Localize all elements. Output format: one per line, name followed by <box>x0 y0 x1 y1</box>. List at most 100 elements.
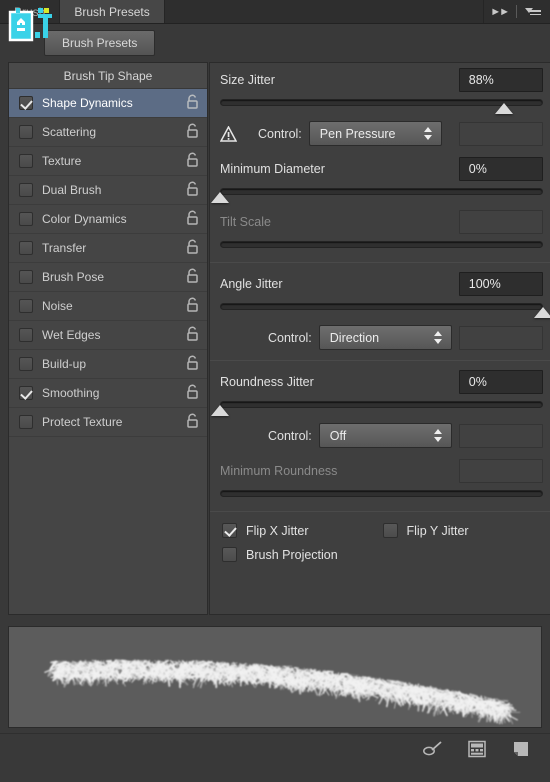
brush-option-checkbox[interactable] <box>19 125 33 139</box>
lock-open-icon[interactable] <box>186 210 199 228</box>
minimum-diameter-slider[interactable] <box>210 183 550 205</box>
panel-body: Brush Tip Shape Shape Dynamics Scattering… <box>0 62 550 620</box>
flip-x-jitter-checkbox[interactable] <box>222 523 237 538</box>
angle-jitter-thumb[interactable] <box>534 307 550 318</box>
size-jitter-slider[interactable] <box>210 94 550 116</box>
new-brush-preset-icon[interactable] <box>466 739 488 759</box>
brush-option-row[interactable]: Shape Dynamics <box>9 89 207 118</box>
brush-option-row[interactable]: Noise <box>9 292 207 321</box>
shape-dynamics-column: Size Jitter 88% Control: Pen Pressure Mi… <box>209 62 550 620</box>
flip-y-jitter-label: Flip Y Jitter <box>406 523 469 538</box>
roundness-jitter-thumb[interactable] <box>211 405 229 416</box>
brush-option-checkbox[interactable] <box>19 415 33 429</box>
brush-option-row[interactable]: Brush Pose <box>9 263 207 292</box>
brush-option-label: Smoothing <box>42 386 100 400</box>
panel-tab-bar: Brush Brush Presets ►► <box>0 0 550 24</box>
roundness-jitter-label: Roundness Jitter <box>220 375 314 389</box>
shape-dynamics-controls: Size Jitter 88% Control: Pen Pressure Mi… <box>209 62 550 615</box>
toggle-brush-options-icon[interactable] <box>422 739 444 759</box>
minimum-diameter-track[interactable] <box>220 188 543 195</box>
brush-option-checkbox[interactable] <box>19 212 33 226</box>
brush-option-row[interactable]: Smoothing <box>9 379 207 408</box>
tilt-scale-label: Tilt Scale <box>220 215 271 229</box>
lock-open-icon[interactable] <box>186 181 199 199</box>
lock-open-icon[interactable] <box>186 239 199 257</box>
brush-option-label: Texture <box>42 154 82 168</box>
create-new-brush-icon[interactable] <box>510 739 532 759</box>
brush-preview-area <box>0 620 550 728</box>
flip-jitter-row: Flip X Jitter Flip Y Jitter <box>210 516 550 540</box>
brush-option-checkbox[interactable] <box>19 386 33 400</box>
minimum-diameter-value[interactable]: 0% <box>458 157 543 181</box>
brush-option-row[interactable]: Texture <box>9 147 207 176</box>
flip-y-jitter-checkbox[interactable] <box>382 523 398 538</box>
angle-jitter-label: Angle Jitter <box>220 277 283 291</box>
minimum-roundness-row: Minimum Roundness <box>210 454 550 485</box>
brush-option-label: Scattering <box>42 125 97 139</box>
tab-bar-filler <box>164 0 485 23</box>
angle-jitter-slider[interactable] <box>210 298 550 320</box>
size-jitter-value[interactable]: 88% <box>458 68 543 92</box>
brush-option-checkbox[interactable] <box>19 299 33 313</box>
brush-options-column: Brush Tip Shape Shape Dynamics Scattering… <box>0 62 208 620</box>
lock-open-icon[interactable] <box>186 152 199 170</box>
minimum-roundness-slider <box>210 485 550 507</box>
roundness-control-value: Off <box>329 428 347 443</box>
brush-option-label: Wet Edges <box>42 328 101 342</box>
brush-presets-panel: Brush Brush Presets ►► <box>0 0 550 782</box>
header-divider <box>516 5 517 18</box>
brush-option-checkbox[interactable] <box>19 241 33 255</box>
brush-tip-shape-header[interactable]: Brush Tip Shape <box>9 63 207 89</box>
brush-projection-checkbox[interactable] <box>222 547 237 562</box>
brush-option-row[interactable]: Transfer <box>9 234 207 263</box>
roundness-jitter-slider[interactable] <box>210 396 550 418</box>
angle-jitter-value[interactable]: 100% <box>458 272 543 296</box>
brush-option-checkbox[interactable] <box>19 328 33 342</box>
brush-option-row[interactable]: Scattering <box>9 118 207 147</box>
roundness-jitter-track[interactable] <box>220 401 543 408</box>
brush-option-checkbox[interactable] <box>19 183 33 197</box>
lock-open-icon[interactable] <box>186 326 199 344</box>
minimum-diameter-thumb[interactable] <box>211 192 229 203</box>
brush-option-checkbox[interactable] <box>19 270 33 284</box>
brush-option-checkbox[interactable] <box>19 96 33 110</box>
double-chevron-right-icon[interactable]: ►► <box>490 6 510 18</box>
roundness-control-select[interactable]: Off <box>318 423 452 448</box>
brush-tip-shape-label: Brush Tip Shape <box>63 68 153 83</box>
minimum-roundness-track <box>220 490 543 497</box>
brush-option-label: Protect Texture <box>42 415 123 429</box>
lock-open-icon[interactable] <box>186 384 199 402</box>
brush-option-row[interactable]: Build-up <box>9 350 207 379</box>
tilt-scale-track <box>220 241 543 248</box>
brush-option-row[interactable]: Dual Brush <box>9 176 207 205</box>
lock-open-icon[interactable] <box>186 413 199 431</box>
lock-open-icon[interactable] <box>186 94 199 112</box>
size-jitter-thumb[interactable] <box>495 103 514 114</box>
brush-option-label: Dual Brush <box>42 183 102 197</box>
angle-control-sidebox <box>458 325 543 350</box>
brush-option-checkbox[interactable] <box>19 357 33 371</box>
lock-open-icon[interactable] <box>186 123 199 141</box>
chevron-updown-icon <box>433 330 443 346</box>
roundness-control-row: Control: Off <box>210 418 550 454</box>
brush-option-row[interactable]: Protect Texture <box>9 408 207 437</box>
divider-2 <box>210 360 550 361</box>
panel-menu-icon[interactable] <box>525 6 541 18</box>
brush-option-row[interactable]: Wet Edges <box>9 321 207 350</box>
minimum-roundness-value <box>458 459 543 483</box>
angle-jitter-track[interactable] <box>220 303 543 310</box>
tilt-scale-value <box>458 210 543 234</box>
watermark-logo-icon <box>8 8 52 42</box>
roundness-jitter-value[interactable]: 0% <box>458 370 543 394</box>
lock-open-icon[interactable] <box>186 355 199 373</box>
angle-control-row: Control: Direction <box>210 320 550 356</box>
lock-open-icon[interactable] <box>186 297 199 315</box>
size-control-select[interactable]: Pen Pressure <box>308 121 442 146</box>
angle-control-select[interactable]: Direction <box>318 325 452 350</box>
tab-brush-presets[interactable]: Brush Presets <box>60 0 165 23</box>
brush-option-row[interactable]: Color Dynamics <box>9 205 207 234</box>
brush-option-checkbox[interactable] <box>19 154 33 168</box>
lock-open-icon[interactable] <box>186 268 199 286</box>
flip-x-jitter-label: Flip X Jitter <box>246 523 309 538</box>
tilt-scale-row: Tilt Scale <box>210 205 550 236</box>
